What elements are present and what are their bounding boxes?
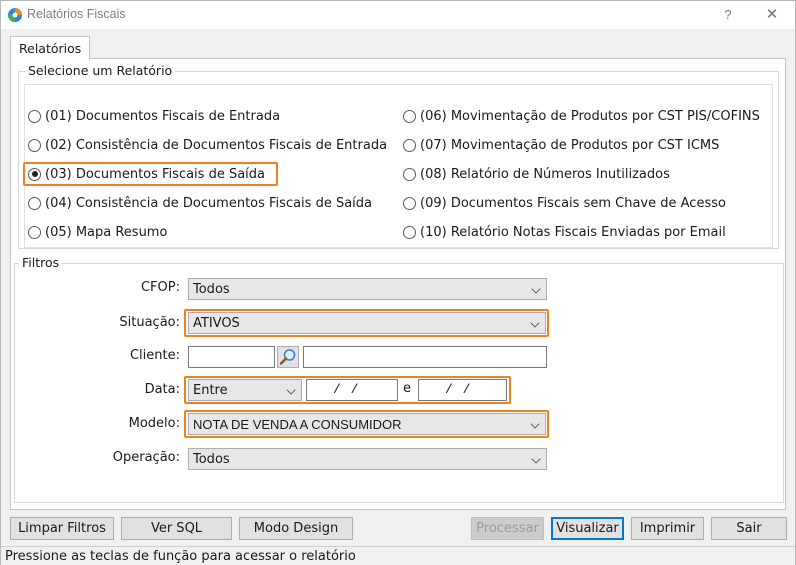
situacao-label: Situação: bbox=[119, 315, 180, 330]
cfop-select[interactable]: Todos bbox=[188, 278, 547, 300]
tab-panel: Selecione um Relatório (01) Documentos F… bbox=[10, 58, 786, 510]
status-text: Pressione as teclas de função para acess… bbox=[5, 549, 356, 564]
modelo-label: Modelo: bbox=[128, 416, 180, 431]
data-from-input[interactable]: / / bbox=[306, 379, 398, 401]
radio-report-02[interactable]: (02) Consistência de Documentos Fiscais … bbox=[28, 135, 387, 155]
cliente-search-button[interactable] bbox=[277, 346, 299, 368]
chevron-down-icon bbox=[530, 318, 540, 328]
radio-label: (10) Relatório Notas Fiscais Enviadas po… bbox=[420, 224, 726, 240]
radio-circle[interactable] bbox=[28, 225, 41, 239]
radio-report-03[interactable]: (03) Documentos Fiscais de Saída bbox=[28, 164, 265, 184]
close-button[interactable]: ✕ bbox=[761, 5, 783, 25]
limpar-filtros-button[interactable]: Limpar Filtros bbox=[10, 517, 114, 540]
chevron-down-icon bbox=[531, 284, 541, 294]
tab-label: Relatórios bbox=[19, 41, 82, 56]
radio-label: (08) Relatório de Números Inutilizados bbox=[420, 166, 670, 182]
radio-report-05[interactable]: (05) Mapa Resumo bbox=[28, 222, 167, 242]
date-separator: e bbox=[403, 381, 411, 396]
radio-label: (06) Movimentação de Produtos por CST PI… bbox=[420, 108, 760, 124]
radio-circle-checked[interactable] bbox=[28, 167, 41, 181]
radio-report-09[interactable]: (09) Documentos Fiscais sem Chave de Ace… bbox=[403, 193, 726, 213]
modelo-select[interactable]: NOTA DE VENDA A CONSUMIDOR bbox=[188, 413, 546, 435]
radio-circle[interactable] bbox=[403, 138, 416, 152]
cliente-code-input[interactable] bbox=[188, 346, 275, 368]
modo-design-button[interactable]: Modo Design bbox=[239, 517, 353, 540]
data-label: Data: bbox=[144, 382, 180, 397]
radio-label: (02) Consistência de Documentos Fiscais … bbox=[45, 137, 388, 153]
magnifier-icon bbox=[279, 349, 296, 365]
app-logo-icon bbox=[8, 8, 22, 22]
cliente-name-input[interactable] bbox=[303, 346, 547, 368]
radio-circle[interactable] bbox=[403, 225, 416, 239]
radio-circle[interactable] bbox=[403, 167, 416, 181]
radio-report-07[interactable]: (07) Movimentação de Produtos por CST IC… bbox=[403, 135, 719, 155]
tab-relatorios[interactable]: Relatórios bbox=[10, 36, 90, 60]
radio-label: (04) Consistência de Documentos Fiscais … bbox=[45, 195, 373, 211]
radio-report-04[interactable]: (04) Consistência de Documentos Fiscais … bbox=[28, 193, 372, 213]
radio-label: (01) Documentos Fiscais de Entrada bbox=[45, 108, 281, 124]
report-window: Relatórios Fiscais ? ✕ Relatórios Seleci… bbox=[0, 0, 796, 565]
operacao-select[interactable]: Todos bbox=[188, 448, 547, 470]
processar-button[interactable]: Processar bbox=[471, 517, 544, 540]
modelo-value: NOTA DE VENDA A CONSUMIDOR bbox=[193, 417, 402, 432]
situacao-value: ATIVOS bbox=[193, 316, 240, 331]
help-button[interactable]: ? bbox=[717, 5, 739, 25]
sair-button[interactable]: Sair bbox=[711, 517, 787, 540]
situacao-select[interactable]: ATIVOS bbox=[188, 312, 546, 334]
visualizar-button[interactable]: Visualizar bbox=[551, 517, 624, 540]
chevron-down-icon bbox=[530, 419, 540, 429]
cfop-label: CFOP: bbox=[140, 280, 180, 295]
radio-report-06[interactable]: (06) Movimentação de Produtos por CST PI… bbox=[403, 106, 760, 126]
imprimir-button[interactable]: Imprimir bbox=[631, 517, 704, 540]
report-select-group: Selecione um Relatório (01) Documentos F… bbox=[18, 63, 779, 249]
data-mode-select[interactable]: Entre bbox=[188, 379, 302, 401]
filters-group: Filtros CFOP: Todos Situação: ATIVOS Cli… bbox=[14, 255, 784, 503]
radio-label: (07) Movimentação de Produtos por CST IC… bbox=[420, 137, 720, 153]
data-mode-value: Entre bbox=[193, 383, 228, 398]
group-title-select: Selecione um Relatório bbox=[25, 63, 176, 78]
ver-sql-button[interactable]: Ver SQL bbox=[121, 517, 232, 540]
radio-label: (09) Documentos Fiscais sem Chave de Ace… bbox=[420, 195, 726, 211]
group-title-filters: Filtros bbox=[19, 255, 63, 270]
status-bar: Pressione as teclas de função para acess… bbox=[1, 546, 795, 565]
radio-circle[interactable] bbox=[403, 196, 416, 210]
radio-circle[interactable] bbox=[28, 109, 41, 123]
radio-label: (03) Documentos Fiscais de Saída bbox=[45, 166, 266, 182]
cliente-label: Cliente: bbox=[129, 348, 180, 363]
chevron-down-icon bbox=[286, 385, 296, 395]
radio-report-01[interactable]: (01) Documentos Fiscais de Entrada bbox=[28, 106, 280, 126]
radio-report-08[interactable]: (08) Relatório de Números Inutilizados bbox=[403, 164, 670, 184]
radio-circle[interactable] bbox=[28, 138, 41, 152]
cfop-value: Todos bbox=[193, 282, 230, 297]
data-to-input[interactable]: / / bbox=[418, 379, 507, 401]
title-bar: Relatórios Fiscais ? ✕ bbox=[1, 1, 795, 29]
radio-report-10[interactable]: (10) Relatório Notas Fiscais Enviadas po… bbox=[403, 222, 726, 242]
operacao-label: Operação: bbox=[112, 450, 180, 465]
window-title: Relatórios Fiscais bbox=[27, 7, 126, 21]
radio-circle[interactable] bbox=[403, 109, 416, 123]
radio-label: (05) Mapa Resumo bbox=[45, 224, 168, 240]
operacao-value: Todos bbox=[193, 452, 230, 467]
radio-circle[interactable] bbox=[28, 196, 41, 210]
chevron-down-icon bbox=[531, 454, 541, 464]
